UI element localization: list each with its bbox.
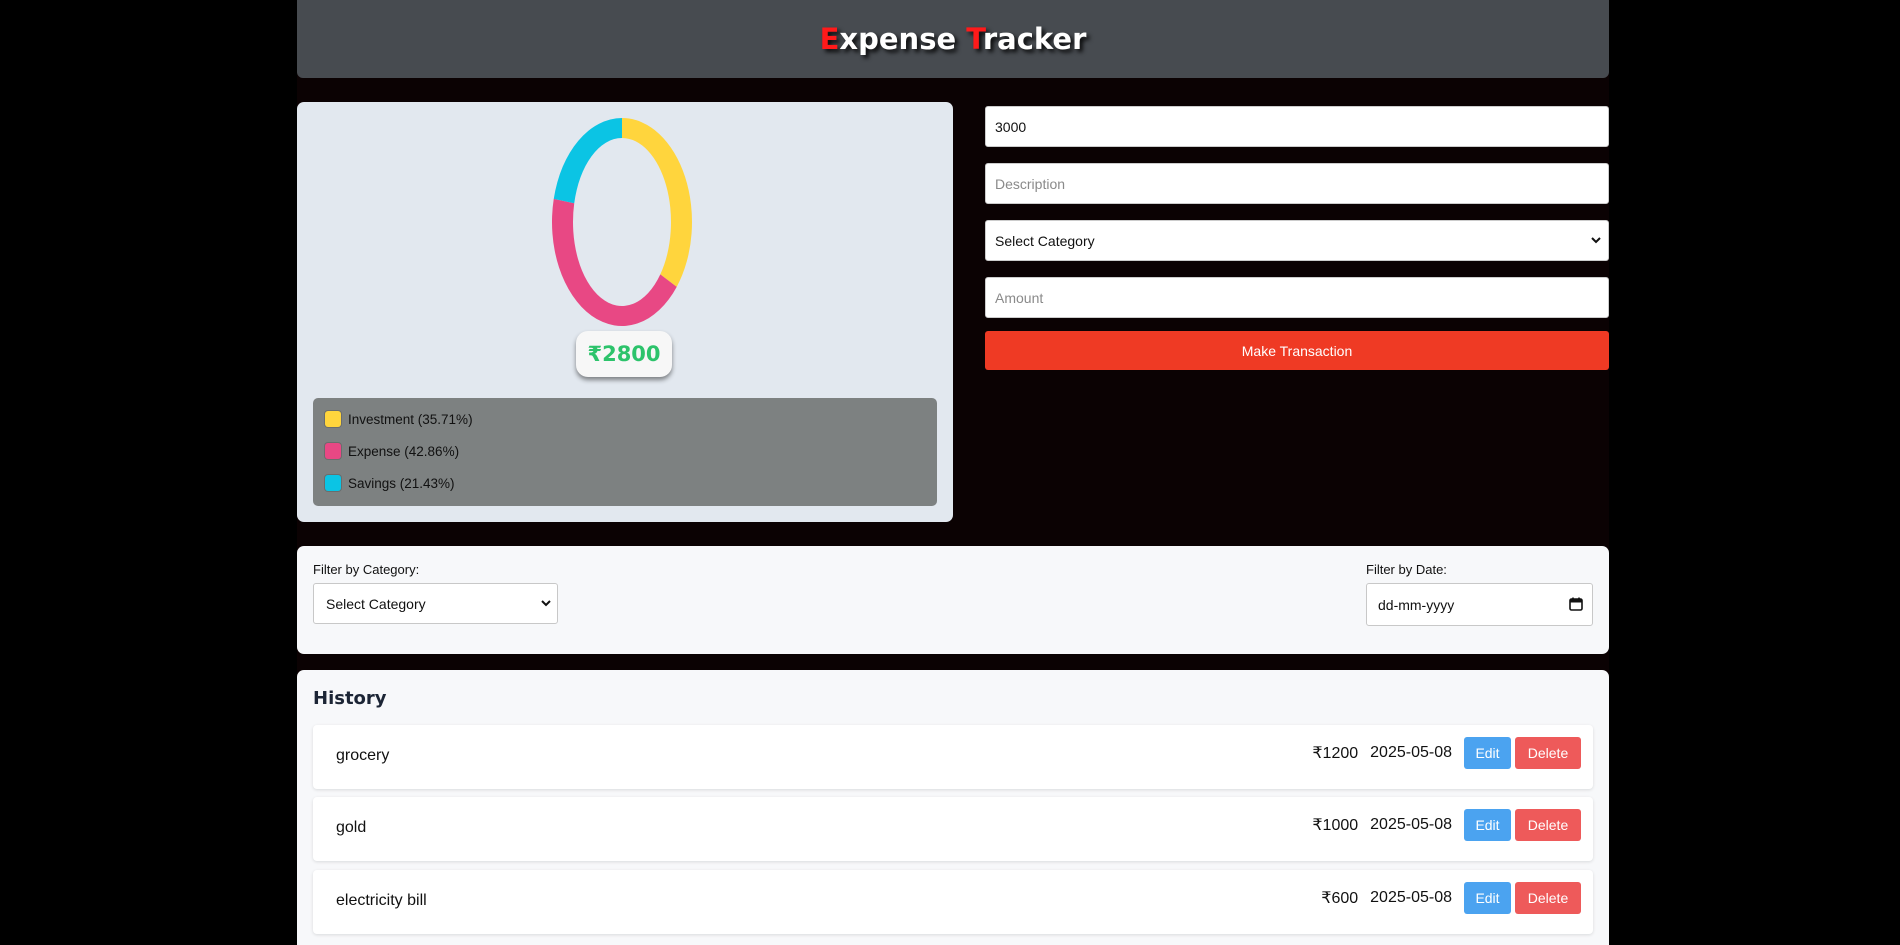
transaction-amount: ₹600	[1321, 890, 1359, 907]
filter-date-input[interactable]: dd-mm-yyyy	[1366, 583, 1593, 626]
category-select-value: Select Category	[995, 232, 1095, 249]
calendar-icon[interactable]	[1569, 597, 1583, 611]
title-letter-e: E	[819, 22, 840, 56]
transaction-amount: ₹1000	[1312, 817, 1359, 834]
title-letter-t: T	[966, 22, 983, 56]
transaction-description: electricity bill	[336, 892, 427, 909]
donut-slice-savings[interactable]	[553, 118, 622, 204]
donut-chart-svg	[552, 118, 692, 326]
total-balance-badge: ₹2800	[576, 331, 672, 377]
legend-swatch-savings	[325, 475, 341, 491]
filter-category-value: Select Category	[326, 595, 426, 612]
donut-slice-expense[interactable]	[552, 198, 677, 326]
history-title: History	[313, 688, 387, 709]
chevron-down-icon	[541, 600, 551, 607]
delete-button[interactable]: Delete	[1515, 737, 1581, 769]
category-select[interactable]: Select Category	[985, 220, 1609, 261]
page: Expense Tracker ₹2800 Investment (35.71%…	[0, 0, 1900, 945]
legend-label-investment: Investment (35.71%)	[348, 411, 473, 427]
transaction-description: grocery	[336, 747, 390, 764]
transaction-row: electricity bill ₹600 2025-05-08 Edit De…	[313, 870, 1593, 934]
filter-category-label: Filter by Category:	[313, 562, 420, 577]
transaction-meta: ₹1200 2025-05-08 Edit Delete	[1312, 737, 1581, 769]
filter-date-label: Filter by Date:	[1366, 562, 1447, 577]
legend-swatch-investment	[325, 411, 341, 427]
app-title: Expense Tracker	[820, 22, 1087, 56]
delete-button[interactable]: Delete	[1515, 809, 1581, 841]
filter-category-select[interactable]: Select Category	[313, 583, 558, 624]
transaction-meta: ₹600 2025-05-08 Edit Delete	[1321, 882, 1581, 914]
transaction-meta: ₹1000 2025-05-08 Edit Delete	[1312, 809, 1581, 841]
transaction-description: gold	[336, 819, 367, 836]
description-field[interactable]: Description	[985, 163, 1609, 204]
chevron-down-icon	[1591, 237, 1601, 244]
app-container: Expense Tracker ₹2800 Investment (35.71%…	[297, 0, 1609, 945]
description-input[interactable]: 3000	[985, 106, 1609, 147]
chart-panel: ₹2800 Investment (35.71%) Expense (42.86…	[297, 102, 953, 522]
amount-field[interactable]: Amount	[985, 277, 1609, 318]
make-transaction-button[interactable]: Make Transaction	[985, 331, 1609, 370]
history-panel: History grocery ₹1200 2025-05-08 Edit De…	[297, 670, 1609, 945]
transaction-date: 2025-05-08	[1370, 816, 1452, 833]
donut-slice-investment[interactable]	[622, 118, 692, 287]
legend-label-expense: Expense (42.86%)	[348, 443, 460, 459]
transaction-row: gold ₹1000 2025-05-08 Edit Delete	[313, 797, 1593, 861]
filters-panel: Filter by Category: Select Category Filt…	[297, 546, 1609, 654]
transaction-date: 2025-05-08	[1370, 889, 1452, 906]
chart-legend: Investment (35.71%) Expense (42.86%) Sav…	[313, 398, 937, 506]
title-word-xpense: xpense	[839, 22, 967, 56]
app-header: Expense Tracker	[297, 0, 1609, 78]
edit-button[interactable]: Edit	[1464, 882, 1511, 914]
donut-chart	[552, 118, 702, 338]
transaction-amount: ₹1200	[1312, 745, 1359, 762]
legend-label-savings: Savings (21.43%)	[348, 475, 455, 491]
transaction-row: grocery ₹1200 2025-05-08 Edit Delete	[313, 725, 1593, 789]
edit-button[interactable]: Edit	[1464, 809, 1511, 841]
edit-button[interactable]: Edit	[1464, 737, 1511, 769]
transaction-date: 2025-05-08	[1370, 744, 1452, 761]
legend-item-investment[interactable]: Investment (35.71%)	[325, 409, 473, 429]
filter-date-value: dd-mm-yyyy	[1378, 596, 1455, 613]
legend-item-expense[interactable]: Expense (42.86%)	[325, 441, 459, 461]
delete-button[interactable]: Delete	[1515, 882, 1581, 914]
title-word-racker: racker	[982, 22, 1087, 56]
legend-swatch-expense	[325, 443, 341, 459]
legend-item-savings[interactable]: Savings (21.43%)	[325, 473, 455, 493]
